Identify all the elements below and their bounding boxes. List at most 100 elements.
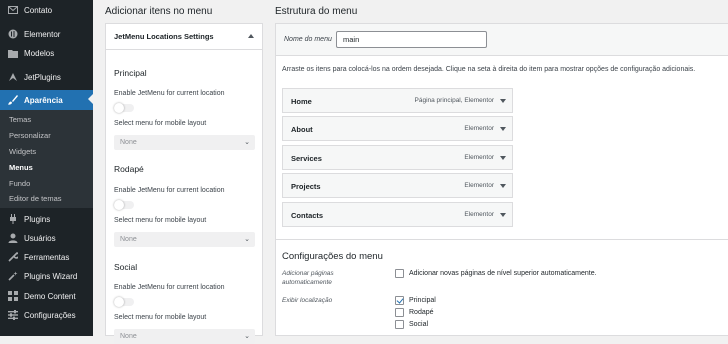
menu-item[interactable]: Home Página principal, Elementor (282, 88, 513, 113)
expand-arrow-icon[interactable] (500, 127, 506, 131)
toggle-knob (114, 200, 124, 210)
sidebar-item-usuarios[interactable]: Usuários (0, 229, 93, 247)
accordion-title: JetMenu Locations Settings (114, 32, 214, 41)
submenu-item-fundo[interactable]: Fundo (9, 179, 30, 188)
menu-item-title: Services (291, 154, 322, 163)
submenu-item-menus[interactable]: Menus (9, 163, 33, 172)
sidebar-item-label: Modelos (24, 48, 55, 58)
add-items-heading: Adicionar itens no menu (105, 6, 213, 17)
sidebar-item-modelos[interactable]: Modelos (0, 44, 93, 62)
sidebar-item-plugins[interactable]: Plugins (0, 210, 93, 228)
jetplugins-icon (8, 72, 18, 82)
sidebar-item-plugins-wizard[interactable]: Plugins Wizard (0, 267, 93, 285)
wrench-icon (8, 252, 18, 262)
sidebar-item-demo-content[interactable]: Demo Content (0, 287, 93, 305)
auto-add-checkbox[interactable] (395, 269, 404, 278)
menu-item[interactable]: Contacts Elementor (282, 202, 513, 227)
folder-icon (8, 48, 18, 58)
select-label: Select menu for mobile layout (114, 120, 207, 127)
menu-item-type: Elementor (464, 182, 494, 189)
location-option-label: Social (409, 321, 429, 328)
sidebar-item-label: Contato (24, 5, 53, 15)
menu-item-title: Contacts (291, 211, 324, 220)
menu-item[interactable]: Projects Elementor (282, 173, 513, 198)
expand-arrow-icon[interactable] (500, 156, 506, 160)
menu-settings-title: Configurações do menu (282, 251, 383, 262)
menu-name-label: Nome do menu (284, 36, 332, 43)
submenu-item-widgets[interactable]: Widgets (9, 147, 36, 156)
user-icon (8, 233, 18, 243)
jetmenu-locations-panel: JetMenu Locations Settings Principal Ena… (105, 23, 263, 344)
sidebar-item-label: Aparência (24, 95, 63, 105)
expand-arrow-icon[interactable] (500, 184, 506, 188)
mobile-menu-select-social[interactable]: None ⌄ (114, 329, 255, 344)
enable-jetmenu-toggle-principal[interactable] (114, 103, 134, 113)
enable-label: Enable JetMenu for current location (114, 90, 225, 97)
location-option-label: Principal (409, 297, 436, 304)
sidebar-item-contato[interactable]: Contato (0, 1, 93, 19)
menu-item-title: Projects (291, 182, 321, 191)
sidebar-item-label: Usuários (24, 233, 56, 243)
enable-jetmenu-toggle-social[interactable] (114, 297, 134, 307)
menu-item[interactable]: About Elementor (282, 116, 513, 141)
menu-name-input[interactable] (336, 31, 487, 48)
appearance-submenu: Temas Personalizar Widgets Menus Fundo E… (0, 110, 93, 208)
menu-structure-heading: Estrutura do menu (275, 6, 358, 17)
grid-icon (8, 291, 18, 301)
admin-sidebar: Contato Elementor Modelos JetPlugins Apa… (0, 0, 93, 336)
sidebar-item-label: Ferramentas (24, 252, 70, 262)
menu-item-type: Elementor (464, 211, 494, 218)
expand-arrow-icon[interactable] (500, 99, 506, 103)
location-option-label: Rodapé (409, 309, 434, 316)
location-checkbox-social[interactable] (395, 320, 404, 329)
select-value: None (120, 333, 137, 340)
mobile-menu-select-rodape[interactable]: None ⌄ (114, 232, 255, 247)
auto-add-option-label: Adicionar novas páginas de nível superio… (409, 270, 597, 277)
sidebar-item-label: Demo Content (24, 291, 76, 301)
menu-structure-panel: Nome do menu Arraste os itens para coloc… (275, 23, 728, 336)
toggle-knob (114, 103, 124, 113)
select-value: None (120, 139, 137, 146)
enable-label: Enable JetMenu for current location (114, 284, 225, 291)
toggle-knob (114, 297, 124, 307)
plug-icon (8, 214, 18, 224)
submenu-item-temas[interactable]: Temas (9, 115, 31, 124)
menu-item-type: Elementor (464, 125, 494, 132)
submenu-item-personalizar[interactable]: Personalizar (9, 131, 51, 140)
sidebar-item-elementor[interactable]: Elementor (0, 25, 93, 43)
sidebar-item-jetplugins[interactable]: JetPlugins (0, 68, 93, 86)
location-checkbox-principal[interactable] (395, 296, 404, 305)
chevron-down-icon: ⌄ (244, 236, 250, 243)
display-location-label: Exibir localização (282, 297, 333, 304)
sidebar-item-label: Plugins Wizard (24, 271, 78, 281)
sidebar-item-configuracoes[interactable]: Configurações (0, 306, 93, 324)
drag-instructions: Arraste os itens para colocá-los na orde… (282, 66, 696, 73)
chevron-down-icon: ⌄ (244, 333, 250, 340)
location-checkbox-rodape[interactable] (395, 308, 404, 317)
menu-name-bar: Nome do menu (276, 24, 728, 56)
mobile-menu-select-principal[interactable]: None ⌄ (114, 135, 255, 150)
caret-up-icon[interactable] (248, 34, 254, 38)
menu-item[interactable]: Services Elementor (282, 145, 513, 170)
expand-arrow-icon[interactable] (500, 213, 506, 217)
sidebar-item-ferramentas[interactable]: Ferramentas (0, 248, 93, 266)
submenu-item-editor-de-temas[interactable]: Editor de temas (9, 194, 62, 203)
sidebar-item-label: Elementor (24, 29, 61, 39)
menu-item-type: Página principal, Elementor (414, 97, 495, 104)
current-menu-arrow (88, 94, 93, 104)
sidebar-item-label: Plugins (24, 214, 51, 224)
accordion-header[interactable]: JetMenu Locations Settings (106, 24, 262, 50)
sidebar-item-aparencia[interactable]: Aparência (0, 90, 93, 110)
location-title-social: Social (114, 262, 138, 272)
wizard-icon (8, 271, 18, 281)
sidebar-item-label: JetPlugins (24, 72, 61, 82)
select-label: Select menu for mobile layout (114, 217, 207, 224)
menu-item-type: Elementor (464, 154, 494, 161)
sidebar-item-label: Configurações (24, 310, 76, 320)
elementor-icon (8, 29, 18, 39)
paintbrush-icon (8, 95, 18, 105)
enable-jetmenu-toggle-rodape[interactable] (114, 200, 134, 210)
menu-item-title: About (291, 125, 313, 134)
chevron-down-icon: ⌄ (244, 139, 250, 146)
menu-item-title: Home (291, 97, 312, 106)
